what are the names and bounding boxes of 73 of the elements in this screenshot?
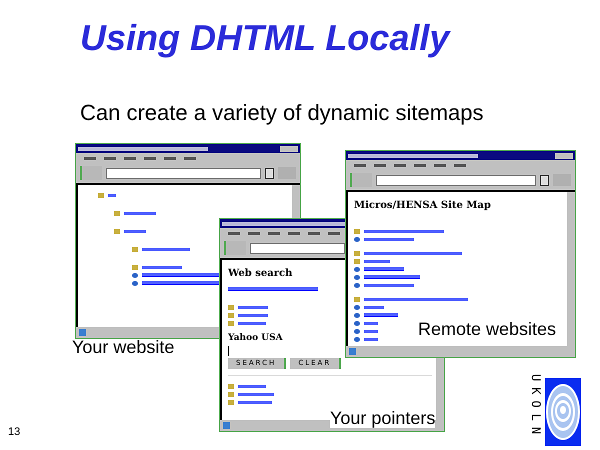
dropdown-button[interactable] — [540, 174, 549, 186]
blurred-link[interactable] — [238, 392, 274, 396]
blurred-menu-item[interactable] — [374, 164, 386, 166]
blurred-menu-item[interactable] — [308, 232, 320, 234]
blurred-link[interactable] — [364, 260, 390, 262]
scrollbar[interactable] — [567, 192, 575, 346]
blurred-menu-item[interactable] — [104, 156, 116, 160]
blurred-menu-item[interactable] — [414, 164, 426, 166]
address-field[interactable] — [250, 242, 345, 254]
folder-icon — [114, 228, 120, 234]
blurred-link[interactable] — [238, 400, 272, 404]
folder-icon — [354, 296, 360, 302]
blurred-menu-item[interactable] — [394, 164, 406, 166]
address-field[interactable] — [106, 168, 261, 178]
folder-icon — [132, 246, 138, 252]
dropdown-button[interactable] — [265, 168, 274, 178]
blurred-menu-item[interactable] — [144, 156, 156, 160]
blurred-menu-item[interactable] — [84, 156, 96, 160]
caption: Your pointers — [330, 408, 436, 428]
page-icon — [79, 329, 86, 336]
blurred-link[interactable] — [364, 284, 414, 286]
window-controls-icon[interactable] — [555, 152, 573, 158]
blurred-menu-item[interactable] — [454, 164, 466, 166]
blurred-link[interactable] — [238, 314, 268, 316]
blurred-link[interactable] — [364, 338, 378, 340]
blurred-link[interactable] — [238, 306, 268, 308]
text-input-field[interactable] — [228, 346, 231, 356]
folder-icon — [98, 192, 104, 198]
address-field[interactable] — [376, 174, 536, 186]
blurred-link[interactable] — [142, 266, 182, 268]
blurred-link[interactable] — [364, 306, 384, 308]
swirl-logo-icon — [545, 378, 581, 446]
blurred-link[interactable] — [108, 194, 116, 196]
blurred-link[interactable] — [124, 230, 146, 232]
window-controls-icon[interactable] — [280, 146, 298, 152]
blurred-menu-item[interactable] — [124, 156, 136, 160]
blurred-menu-item[interactable] — [164, 156, 176, 160]
page-icon — [349, 348, 356, 355]
slide-title: Using DHTML Locally — [79, 16, 452, 60]
blurred-link[interactable] — [142, 273, 222, 277]
blurred-link[interactable] — [364, 322, 378, 324]
blurred-link[interactable] — [142, 248, 190, 250]
globe-icon — [354, 236, 360, 242]
logo-text: UKOLN — [529, 374, 543, 434]
blurred-link[interactable] — [364, 298, 468, 300]
page-subheading: Yahoo USA — [228, 333, 283, 343]
blurred-link[interactable] — [238, 384, 266, 388]
blurred-menu-item[interactable] — [328, 232, 340, 234]
slide-subtitle: Can create a variety of dynamic sitemaps — [79, 99, 485, 126]
folder-icon — [354, 228, 360, 234]
blurred-menu-item[interactable] — [248, 232, 260, 234]
page-heading: Web search — [228, 268, 292, 279]
blurred-menu-item[interactable] — [228, 232, 240, 234]
blurred-link[interactable] — [364, 330, 378, 332]
blurred-menu-item[interactable] — [184, 156, 196, 160]
blurred-link[interactable] — [124, 212, 156, 214]
blurred-menu-item[interactable] — [288, 232, 300, 234]
blurred-link[interactable] — [238, 322, 266, 324]
blurred-menu-item[interactable] — [434, 164, 446, 166]
folder-icon — [114, 210, 120, 216]
page-icon — [223, 422, 230, 429]
folder-icon — [132, 264, 138, 270]
blurred-menu-item[interactable] — [354, 164, 366, 166]
blurred-link[interactable] — [142, 281, 222, 285]
page-heading: Micros/HENSA Site Map — [354, 200, 491, 211]
scrollbar[interactable] — [436, 358, 444, 420]
blurred-link[interactable] — [364, 252, 462, 254]
blurred-menu-item[interactable] — [268, 232, 280, 234]
caption: Your website — [72, 337, 174, 357]
blurred-link[interactable] — [364, 238, 414, 240]
scrollbar[interactable] — [292, 185, 300, 218]
blurred-link[interactable] — [364, 230, 444, 232]
page-number: 13 — [8, 426, 20, 438]
